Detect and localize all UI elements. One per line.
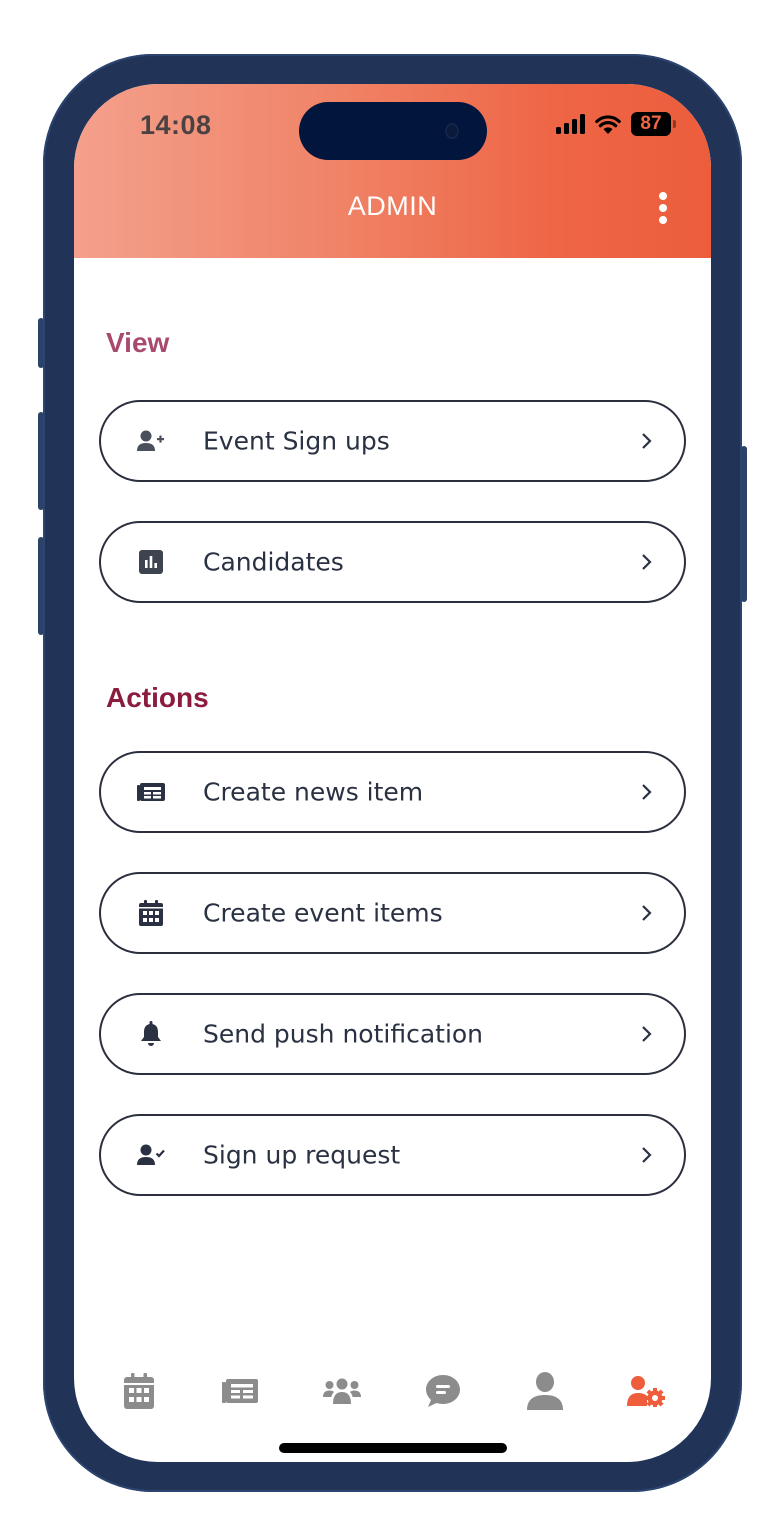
item-label: Create event items bbox=[203, 898, 443, 928]
dynamic-island bbox=[299, 102, 487, 160]
chevron-right-icon bbox=[642, 433, 652, 449]
item-label: Send push notification bbox=[203, 1019, 484, 1049]
calendar-icon bbox=[123, 1373, 154, 1409]
newspaper-icon bbox=[222, 1379, 259, 1403]
cellular-signal-icon bbox=[556, 114, 585, 134]
status-icons: 87 bbox=[556, 112, 676, 136]
tab-community[interactable] bbox=[312, 1366, 372, 1416]
candidates-button[interactable]: Candidates bbox=[99, 521, 686, 603]
tab-calendar[interactable] bbox=[109, 1366, 169, 1416]
create-news-item-button[interactable]: Create news item bbox=[99, 751, 686, 833]
chevron-right-icon bbox=[642, 554, 652, 570]
page-title: ADMIN bbox=[347, 191, 438, 221]
status-time: 14:08 bbox=[140, 110, 212, 140]
chart-square-icon bbox=[137, 548, 165, 576]
chevron-right-icon bbox=[642, 784, 652, 800]
item-label: Create news item bbox=[203, 777, 424, 807]
tab-messages[interactable] bbox=[413, 1366, 473, 1416]
chevron-right-icon bbox=[642, 905, 652, 921]
create-event-items-button[interactable]: Create event items bbox=[99, 872, 686, 954]
item-label: Candidates bbox=[203, 547, 344, 577]
event-sign-ups-button[interactable]: Event Sign ups bbox=[99, 400, 686, 482]
item-label: Event Sign ups bbox=[203, 426, 390, 456]
wifi-icon bbox=[595, 115, 621, 134]
sign-up-request-button[interactable]: Sign up request bbox=[99, 1114, 686, 1196]
battery-indicator: 87 bbox=[631, 112, 676, 136]
section-title-view: View bbox=[106, 327, 170, 358]
tab-admin[interactable] bbox=[616, 1366, 676, 1416]
send-push-notification-button[interactable]: Send push notification bbox=[99, 993, 686, 1075]
more-vertical-icon[interactable] bbox=[655, 192, 671, 224]
user-check-icon bbox=[137, 1141, 165, 1169]
bottom-tab-bar bbox=[74, 1366, 711, 1416]
user-icon bbox=[526, 1372, 563, 1410]
section-title-actions: Actions bbox=[106, 682, 209, 713]
tab-news[interactable] bbox=[210, 1366, 270, 1416]
tab-profile[interactable] bbox=[515, 1366, 575, 1416]
home-indicator[interactable] bbox=[279, 1443, 507, 1453]
screen: 14:08 87 ADMIN View Event Sign ups Candi… bbox=[74, 84, 711, 1462]
chevron-right-icon bbox=[642, 1147, 652, 1163]
chevron-right-icon bbox=[642, 1026, 652, 1042]
camera-icon bbox=[445, 123, 459, 139]
user-gear-icon bbox=[627, 1376, 666, 1407]
calendar-icon bbox=[137, 899, 165, 927]
item-label: Sign up request bbox=[203, 1140, 401, 1170]
app-header: 14:08 87 ADMIN bbox=[74, 84, 711, 258]
chat-icon bbox=[426, 1375, 461, 1407]
users-icon bbox=[322, 1378, 361, 1404]
user-plus-icon bbox=[137, 427, 165, 455]
bell-icon bbox=[137, 1020, 165, 1048]
newspaper-icon bbox=[137, 778, 165, 806]
